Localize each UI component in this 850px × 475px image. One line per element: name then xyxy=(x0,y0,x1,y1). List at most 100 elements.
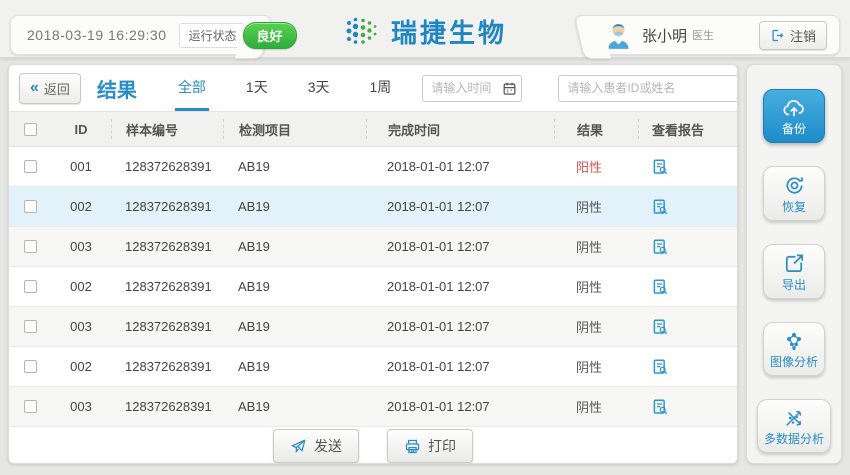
row-checkbox[interactable] xyxy=(24,320,37,333)
cell-time: 2018-01-01 12:07 xyxy=(366,399,554,414)
row-checkbox[interactable] xyxy=(24,160,37,173)
cell-item: AB19 xyxy=(223,399,366,414)
row-checkbox[interactable] xyxy=(24,200,37,213)
cell-result: 阴性 xyxy=(554,357,638,376)
logout-label: 注销 xyxy=(790,26,816,45)
report-icon xyxy=(651,158,669,176)
cell-item: AB19 xyxy=(223,319,366,334)
table-row[interactable]: 001 128372628391 AB19 2018-01-01 12:07 阳… xyxy=(9,147,737,187)
send-button[interactable]: 发送 xyxy=(273,429,359,463)
restore-label: 恢复 xyxy=(782,200,806,214)
logo-dots-icon xyxy=(343,14,379,50)
restore-button[interactable]: 恢复 xyxy=(763,166,825,221)
back-label: 返回 xyxy=(44,79,70,98)
cell-time: 2018-01-01 12:07 xyxy=(366,319,554,334)
cell-sample: 128372628391 xyxy=(111,199,223,214)
view-report-button[interactable] xyxy=(651,158,669,176)
tab-1-week[interactable]: 1周 xyxy=(367,65,395,111)
cell-id: 003 xyxy=(51,319,111,334)
send-label: 发送 xyxy=(314,436,342,456)
image-analysis-button[interactable]: 图像分析 xyxy=(763,322,825,376)
time-filter-tabs: 全部 1天 3天 1周 xyxy=(175,65,394,111)
backup-button[interactable]: 备份 xyxy=(763,89,825,143)
print-label: 打印 xyxy=(428,436,456,456)
report-icon xyxy=(651,398,669,416)
export-button[interactable]: 导出 xyxy=(763,244,825,299)
brand-name: 瑞捷生物 xyxy=(391,13,507,50)
cell-id: 002 xyxy=(51,359,111,374)
cell-sample: 128372628391 xyxy=(111,319,223,334)
cell-id: 003 xyxy=(51,399,111,414)
report-icon xyxy=(651,198,669,216)
backup-label: 备份 xyxy=(782,122,806,136)
view-report-button[interactable] xyxy=(651,398,669,416)
table-row[interactable]: 003 128372628391 AB19 2018-01-01 12:07 阴… xyxy=(9,227,737,267)
column-header-time: 完成时间 xyxy=(366,119,554,139)
patient-input-wrap xyxy=(558,75,738,102)
user-role: 医生 xyxy=(692,27,714,43)
column-header-report: 查看报告 xyxy=(638,119,737,139)
cell-sample: 128372628391 xyxy=(111,239,223,254)
report-icon xyxy=(651,358,669,376)
cell-item: AB19 xyxy=(223,279,366,294)
tab-all[interactable]: 全部 xyxy=(175,65,209,111)
filter-bar: « 返回 结果 全部 1天 3天 1周 xyxy=(9,65,737,111)
calendar-icon[interactable] xyxy=(502,81,517,96)
row-checkbox[interactable] xyxy=(24,240,37,253)
cell-item: AB19 xyxy=(223,359,366,374)
cell-item: AB19 xyxy=(223,159,366,174)
cell-id: 002 xyxy=(51,199,111,214)
page-title: 结果 xyxy=(97,74,137,103)
multi-data-analysis-icon xyxy=(782,407,806,429)
print-button[interactable]: 打印 xyxy=(387,429,473,463)
cell-result: 阴性 xyxy=(554,317,638,336)
top-header-band: 2018-03-19 16:29:30 运行状态 良好 瑞捷生物 xyxy=(0,0,850,58)
brand-logo: 瑞捷生物 xyxy=(343,13,507,50)
logout-button[interactable]: 注销 xyxy=(759,21,827,50)
cell-result: 阴性 xyxy=(554,197,638,216)
action-sidebar: 备份 恢复 导出 图像分析 xyxy=(746,64,842,464)
cell-result: 阴性 xyxy=(554,277,638,296)
logout-icon xyxy=(770,28,785,43)
export-icon xyxy=(783,252,806,275)
table-footer: 发送 打印 xyxy=(9,427,737,464)
table-row[interactable]: 002 128372628391 AB19 2018-01-01 12:07 阴… xyxy=(9,267,737,307)
cell-id: 001 xyxy=(51,159,111,174)
header-checkbox-cell xyxy=(9,119,51,139)
row-checkbox[interactable] xyxy=(24,400,37,413)
table-header: ID 样本编号 检测项目 完成时间 结果 查看报告 xyxy=(9,111,737,147)
row-checkbox[interactable] xyxy=(24,280,37,293)
restore-icon xyxy=(783,174,806,197)
status-group: 运行状态 良好 xyxy=(179,22,297,49)
multi-data-analysis-button[interactable]: 多数据分析 xyxy=(757,399,831,453)
view-report-button[interactable] xyxy=(651,238,669,256)
view-report-button[interactable] xyxy=(651,358,669,376)
tab-3-days[interactable]: 3天 xyxy=(305,65,333,111)
column-header-id: ID xyxy=(51,119,111,139)
cell-id: 003 xyxy=(51,239,111,254)
cell-item: AB19 xyxy=(223,239,366,254)
table-row[interactable]: 002 128372628391 AB19 2018-01-01 12:07 阴… xyxy=(9,187,737,227)
export-label: 导出 xyxy=(782,278,806,292)
patient-search-input[interactable] xyxy=(558,75,738,102)
cell-time: 2018-01-01 12:07 xyxy=(366,159,554,174)
cell-item: AB19 xyxy=(223,199,366,214)
system-status-card: 2018-03-19 16:29:30 运行状态 良好 xyxy=(10,15,256,55)
backup-cloud-icon xyxy=(782,97,806,119)
status-badge: 良好 xyxy=(243,22,297,49)
table-row[interactable]: 002 128372628391 AB19 2018-01-01 12:07 阴… xyxy=(9,347,737,387)
back-button[interactable]: « 返回 xyxy=(19,73,81,104)
cell-time: 2018-01-01 12:07 xyxy=(366,279,554,294)
table-row[interactable]: 003 128372628391 AB19 2018-01-01 12:07 阴… xyxy=(9,307,737,347)
cell-sample: 128372628391 xyxy=(111,359,223,374)
report-icon xyxy=(651,278,669,296)
view-report-button[interactable] xyxy=(651,318,669,336)
report-icon xyxy=(651,238,669,256)
select-all-checkbox[interactable] xyxy=(24,123,37,136)
view-report-button[interactable] xyxy=(651,198,669,216)
row-checkbox[interactable] xyxy=(24,360,37,373)
table-row[interactable]: 003 128372628391 AB19 2018-01-01 12:07 阴… xyxy=(9,387,737,427)
status-label: 运行状态 xyxy=(179,23,248,48)
view-report-button[interactable] xyxy=(651,278,669,296)
tab-1-day[interactable]: 1天 xyxy=(243,65,271,111)
